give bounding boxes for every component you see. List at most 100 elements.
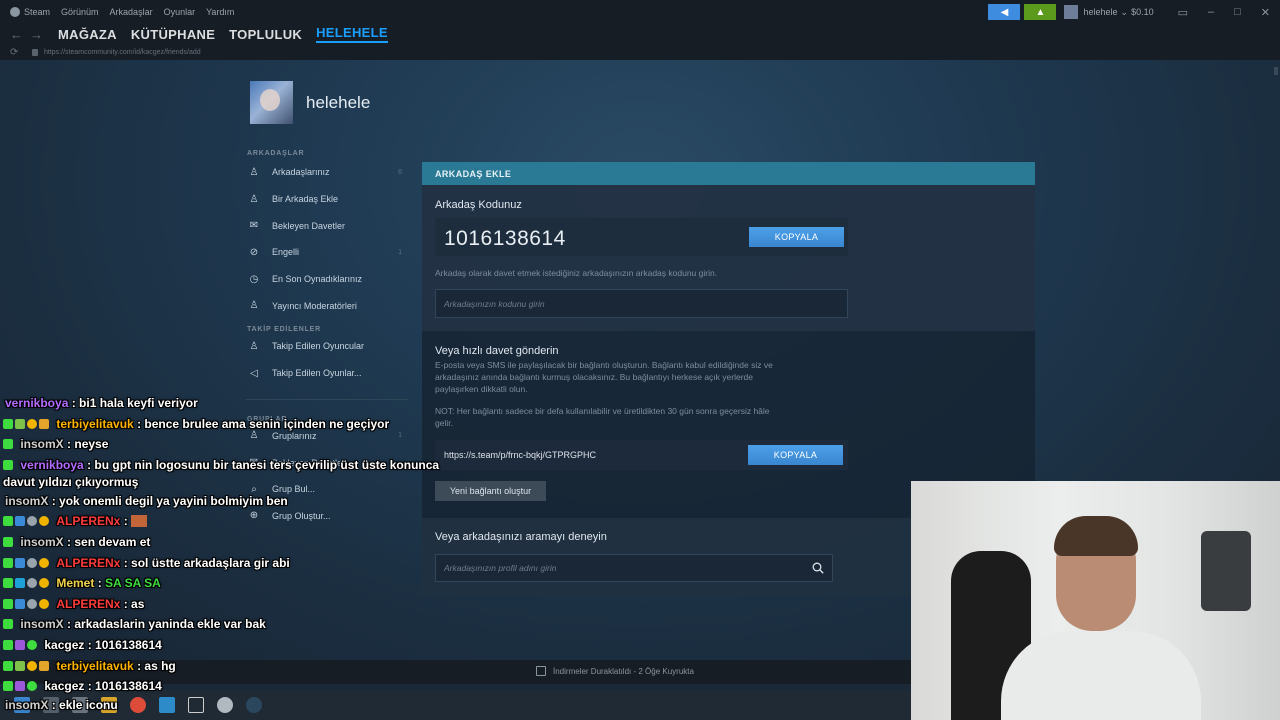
chat-username: insomX [5, 493, 49, 508]
friend-code-section: Arkadaş Kodunuz 1016138614 KOPYALA Arkad… [422, 185, 1035, 331]
badge-icon [3, 536, 13, 547]
announcements-button[interactable]: ◀ [988, 4, 1021, 20]
chat-message: terbiyelitavuk : as hg [3, 656, 453, 677]
maximize-icon[interactable]: □ [1234, 6, 1241, 18]
megaphone-icon: ◁ [250, 367, 258, 379]
tab-store[interactable]: MAĞAZA [58, 27, 117, 42]
badge-icon [27, 660, 37, 671]
chat-message: insomX : yok onemli degil ya yayini bolm… [3, 491, 453, 512]
chat-text: : neyse [67, 437, 109, 452]
dropdown-icon: ⌄ [1120, 6, 1129, 17]
stream-chat-overlay: vernikboya : bi1 hala keyfi veriyor terb… [3, 393, 453, 714]
invite-link[interactable]: https://s.team/p/frnc-bqkj/GTPRGPHC [444, 450, 596, 460]
add-user-icon: ♙ [249, 193, 259, 205]
badge-icon [15, 598, 25, 609]
chat-username: vernikboya [5, 396, 69, 410]
badge-icon [27, 557, 37, 568]
badge-icon [27, 516, 37, 527]
menu-view[interactable]: Görünüm [61, 7, 99, 17]
downloads-status[interactable]: İndirmeler Duraklatıldı - 2 Öğe Kuyrukta [553, 667, 694, 676]
url-text[interactable]: https://steamcommunity.com/id/kacgez/fri… [44, 49, 201, 56]
badge-icon [27, 681, 37, 692]
panel-header: ARKADAŞ EKLE [422, 162, 1035, 185]
sidebar-item-your-friends[interactable]: ♙ Arkadaşlarınız 6 [246, 159, 408, 186]
lock-icon [32, 48, 38, 56]
tab-profile[interactable]: HELEHELE [316, 25, 388, 43]
chat-message: ALPERENx : sol üstte arkadaşlara gir abi [3, 553, 453, 574]
user-icon: ♙ [249, 166, 259, 178]
sidebar-item-followed-players[interactable]: ♙ Takip Edilen Oyuncular [246, 333, 408, 360]
sidebar-item-followed-games[interactable]: ◁ Takip Edilen Oyunlar... [246, 360, 408, 387]
back-arrow-icon[interactable]: ← [10, 27, 24, 42]
menu-friends[interactable]: Arkadaşlar [110, 7, 153, 17]
badge-icon [3, 557, 13, 568]
sidebar-item-add-friend[interactable]: ♙ Bir Arkadaş Ekle [246, 186, 408, 213]
quick-invite-desc-2: arkadaşınız anında bağlantı kurmuş olaca… [435, 372, 753, 382]
minimize-icon[interactable]: – [1208, 6, 1214, 18]
bell-icon: ▲ [1035, 6, 1046, 18]
chat-message: ALPERENx : [3, 511, 453, 532]
badge-icon [39, 660, 49, 671]
friends-count: 6 [398, 168, 402, 176]
badge-icon [3, 439, 13, 450]
sidebar-item-label: En Son Oynadıklarınız [272, 274, 363, 285]
chat-text: : [97, 576, 102, 591]
chat-username: terbiyelitavuk [56, 416, 134, 431]
search-icon[interactable] [812, 562, 824, 574]
sidebar-item-label: Engelli [272, 247, 300, 258]
moderator-icon: ♙ [249, 300, 259, 312]
chat-message: insomX : neyse [3, 434, 453, 455]
chat-username: insomX [20, 437, 64, 452]
close-icon[interactable]: ✕ [1261, 6, 1270, 19]
big-picture-icon[interactable]: ▭ [1178, 6, 1188, 19]
section-friends-title: ARKADAŞLAR [247, 150, 305, 157]
webcam-overlay [911, 481, 1280, 720]
title-bar: Steam Görünüm Arkadaşlar Oyunlar Yardım … [0, 0, 1280, 24]
sidebar-item-recently-played[interactable]: ◷ En Son Oynadıklarınız [246, 266, 408, 293]
chat-username: ALPERENx [56, 596, 121, 611]
emote-icon [131, 515, 148, 528]
chat-text: : arkadaslarin yaninda ekle var bak [67, 617, 266, 632]
badge-icon [15, 660, 25, 671]
menu-games[interactable]: Oyunlar [164, 7, 196, 17]
badge-icon [15, 557, 25, 568]
account-menu[interactable]: helehele ⌄ $0.10 [1064, 5, 1154, 19]
menu-help[interactable]: Yardım [206, 7, 234, 17]
notifications-button[interactable]: ▲ [1024, 4, 1057, 20]
badge-icon [15, 639, 25, 650]
chat-text: : as [123, 596, 145, 611]
friend-code-input[interactable]: Arkadaşınızın kodunu girin [435, 289, 848, 318]
scrollbar[interactable] [1274, 67, 1278, 75]
chat-username: ALPERENx [56, 555, 121, 570]
mail-icon: ✉ [249, 220, 259, 232]
chat-message: ALPERENx : as [3, 594, 453, 615]
profile-name[interactable]: helehele [306, 93, 370, 113]
tab-community[interactable]: TOPLULUK [229, 27, 302, 42]
reload-icon[interactable]: ⟳ [10, 47, 24, 58]
tab-library[interactable]: KÜTÜPHANE [131, 27, 215, 42]
friend-code-title: Arkadaş Kodunuz [435, 199, 522, 211]
badge-icon [3, 681, 13, 692]
chat-username: terbiyelitavuk [56, 658, 134, 673]
copy-link-button[interactable]: KOPYALA [748, 445, 843, 465]
sidebar-item-blocked[interactable]: ⊘ Engelli 1 [246, 239, 408, 266]
friend-code-value: 1016138614 [444, 227, 566, 250]
menu-steam[interactable]: Steam [24, 7, 50, 17]
avatar[interactable] [250, 81, 293, 124]
badge-icon [3, 660, 13, 671]
avatar [1064, 5, 1079, 19]
profile-search-input[interactable]: Arkadaşınızın profil adını girin [435, 554, 833, 582]
sidebar-item-pending-invites[interactable]: ✉ Bekleyen Davetler [246, 212, 408, 239]
sidebar-item-label: Bekleyen Davetler [272, 220, 346, 231]
search-friend-title: Veya arkadaşınızı aramayı deneyin [435, 531, 607, 543]
copy-code-button[interactable]: KOPYALA [749, 227, 844, 247]
quick-invite-desc-1: E-posta veya SMS ile paylaşılacak bir ba… [435, 360, 773, 370]
download-icon[interactable] [536, 666, 546, 676]
quick-invite-title: Veya hızlı davet gönderin [435, 345, 559, 357]
main-nav: ← → MAĞAZA KÜTÜPHANE TOPLULUK HELEHELE [0, 24, 1280, 44]
badge-icon [39, 418, 49, 429]
sidebar-item-broadcast-moderators[interactable]: ♙ Yayıncı Moderatörleri [246, 292, 408, 319]
chat-username: insomX [5, 697, 49, 712]
badge-icon [15, 516, 25, 527]
forward-arrow-icon[interactable]: → [30, 27, 44, 42]
